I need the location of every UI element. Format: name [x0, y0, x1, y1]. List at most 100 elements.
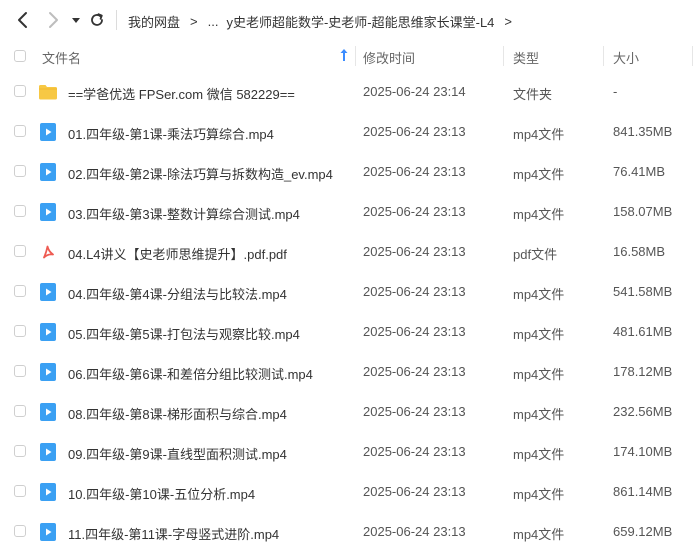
file-size: 232.56MB: [613, 404, 673, 419]
file-row[interactable]: ==学爸优选 FPSer.com 微信 582229== 2025-06-24 2…: [0, 72, 699, 112]
chevron-right-icon: >: [190, 14, 198, 29]
video-file-icon: [38, 522, 58, 542]
video-file-icon: [38, 162, 58, 182]
row-checkbox[interactable]: [14, 165, 26, 177]
file-row[interactable]: 04.四年级-第4课-分组法与比较法.mp4 2025-06-24 23:13 mp…: [0, 272, 699, 312]
file-name[interactable]: 05.四年级-第5课-打包法与观察比较.mp4: [68, 324, 300, 343]
file-list-header: 文件名 修改时间 类型 大小: [0, 40, 699, 72]
file-size: 541.58MB: [613, 284, 673, 299]
file-name[interactable]: 09.四年级-第9课-直线型面积测试.mp4: [68, 444, 287, 463]
file-name[interactable]: 08.四年级-第8课-梯形面积与综合.mp4: [68, 404, 287, 423]
file-type: 文件夹: [513, 87, 553, 102]
file-name[interactable]: 04.四年级-第4课-分组法与比较法.mp4: [68, 284, 287, 303]
video-file-icon: [38, 322, 58, 342]
video-file-icon: [38, 402, 58, 422]
file-type: mp4文件: [513, 487, 565, 502]
column-divider[interactable]: [503, 46, 504, 66]
file-type: mp4文件: [513, 207, 565, 222]
column-divider[interactable]: [355, 46, 356, 66]
video-file-icon: [38, 202, 58, 222]
file-modified-time: 2025-06-24 23:13: [363, 524, 466, 539]
column-divider[interactable]: [603, 46, 604, 66]
select-all-checkbox[interactable]: [14, 50, 26, 62]
file-size: 76.41MB: [613, 164, 666, 179]
file-type: mp4文件: [513, 367, 565, 382]
sort-ascending-arrow-icon[interactable]: [339, 48, 349, 62]
file-modified-time: 2025-06-24 23:13: [363, 364, 466, 379]
file-size: 16.58MB: [613, 244, 666, 259]
toolbar-divider: [116, 10, 117, 30]
file-modified-time: 2025-06-24 23:13: [363, 324, 466, 339]
file-modified-time: 2025-06-24 23:14: [363, 84, 466, 99]
file-type: mp4文件: [513, 287, 565, 302]
row-checkbox[interactable]: [14, 125, 26, 137]
file-row[interactable]: 10.四年级-第10课-五位分析.mp4 2025-06-24 23:13 mp4文…: [0, 472, 699, 512]
column-header-size[interactable]: 大小: [613, 48, 639, 67]
row-checkbox[interactable]: [14, 485, 26, 497]
file-row[interactable]: 09.四年级-第9课-直线型面积测试.mp4 2025-06-24 23:13 mp…: [0, 432, 699, 472]
file-size: 178.12MB: [613, 364, 673, 379]
file-name[interactable]: 02.四年级-第2课-除法巧算与拆数构造_ev.mp4: [68, 164, 333, 183]
file-row[interactable]: 02.四年级-第2课-除法巧算与拆数构造_ev.mp4 2025-06-24 23…: [0, 152, 699, 192]
refresh-icon[interactable]: [88, 11, 106, 29]
column-divider[interactable]: [692, 46, 693, 66]
file-modified-time: 2025-06-24 23:13: [363, 244, 466, 259]
file-type: mp4文件: [513, 527, 565, 542]
row-checkbox[interactable]: [14, 285, 26, 297]
file-type: mp4文件: [513, 447, 565, 462]
file-size: 659.12MB: [613, 524, 673, 539]
file-modified-time: 2025-06-24 23:13: [363, 124, 466, 139]
forward-arrow-icon[interactable]: [44, 11, 62, 29]
file-size: 158.07MB: [613, 204, 673, 219]
file-name[interactable]: 10.四年级-第10课-五位分析.mp4: [68, 484, 255, 503]
file-modified-time: 2025-06-24 23:13: [363, 444, 466, 459]
row-checkbox[interactable]: [14, 525, 26, 537]
row-checkbox[interactable]: [14, 85, 26, 97]
breadcrumb: 我的网盘 > ... y史老师超能数学-史老师-超能思维家长课堂-L4 >: [128, 12, 522, 31]
file-row[interactable]: 11.四年级-第11课-字母竖式进阶.mp4 2025-06-24 23:13 mp…: [0, 512, 699, 552]
file-name[interactable]: ==学爸优选 FPSer.com 微信 582229==: [68, 84, 295, 103]
column-header-modified[interactable]: 修改时间: [363, 48, 415, 67]
file-type: mp4文件: [513, 407, 565, 422]
pdf-file-icon: [38, 242, 58, 262]
file-size: 174.10MB: [613, 444, 673, 459]
file-row[interactable]: 06.四年级-第6课-和差倍分组比较测试.mp4 2025-06-24 23:13…: [0, 352, 699, 392]
file-modified-time: 2025-06-24 23:13: [363, 404, 466, 419]
video-file-icon: [38, 442, 58, 462]
file-size: -: [613, 84, 618, 99]
file-type: pdf文件: [513, 247, 558, 262]
file-name[interactable]: 11.四年级-第11课-字母竖式进阶.mp4: [68, 524, 279, 543]
row-checkbox[interactable]: [14, 405, 26, 417]
file-row[interactable]: 04.L4讲义【史老师思维提升】.pdf.pdf 2025-06-24 23:13…: [0, 232, 699, 272]
breadcrumb-ellipsis[interactable]: ...: [208, 14, 219, 29]
file-size: 861.14MB: [613, 484, 673, 499]
file-name[interactable]: 01.四年级-第1课-乘法巧算综合.mp4: [68, 124, 274, 143]
row-checkbox[interactable]: [14, 325, 26, 337]
row-checkbox[interactable]: [14, 365, 26, 377]
video-file-icon: [38, 362, 58, 382]
row-checkbox[interactable]: [14, 445, 26, 457]
file-row[interactable]: 03.四年级-第3课-整数计算综合测试.mp4 2025-06-24 23:13 m…: [0, 192, 699, 232]
file-row[interactable]: 01.四年级-第1课-乘法巧算综合.mp4 2025-06-24 23:13 mp4…: [0, 112, 699, 152]
file-row[interactable]: 08.四年级-第8课-梯形面积与综合.mp4 2025-06-24 23:13 mp…: [0, 392, 699, 432]
breadcrumb-root[interactable]: 我的网盘: [128, 12, 180, 31]
column-header-type[interactable]: 类型: [513, 48, 539, 67]
back-arrow-icon[interactable]: [14, 11, 32, 29]
file-name[interactable]: 06.四年级-第6课-和差倍分组比较测试.mp4: [68, 364, 313, 383]
file-name[interactable]: 04.L4讲义【史老师思维提升】.pdf.pdf: [68, 244, 287, 263]
file-size: 481.61MB: [613, 324, 673, 339]
file-modified-time: 2025-06-24 23:13: [363, 164, 466, 179]
row-checkbox[interactable]: [14, 205, 26, 217]
folder-icon: [38, 82, 58, 102]
breadcrumb-current[interactable]: y史老师超能数学-史老师-超能思维家长课堂-L4: [226, 12, 494, 31]
video-file-icon: [38, 122, 58, 142]
file-row[interactable]: 05.四年级-第5课-打包法与观察比较.mp4 2025-06-24 23:13 m…: [0, 312, 699, 352]
file-type: mp4文件: [513, 327, 565, 342]
file-modified-time: 2025-06-24 23:13: [363, 284, 466, 299]
chevron-right-icon: >: [504, 14, 512, 29]
history-dropdown-icon[interactable]: [70, 11, 82, 29]
column-header-name[interactable]: 文件名: [42, 48, 81, 67]
file-size: 841.35MB: [613, 124, 673, 139]
file-name[interactable]: 03.四年级-第3课-整数计算综合测试.mp4: [68, 204, 300, 223]
row-checkbox[interactable]: [14, 245, 26, 257]
